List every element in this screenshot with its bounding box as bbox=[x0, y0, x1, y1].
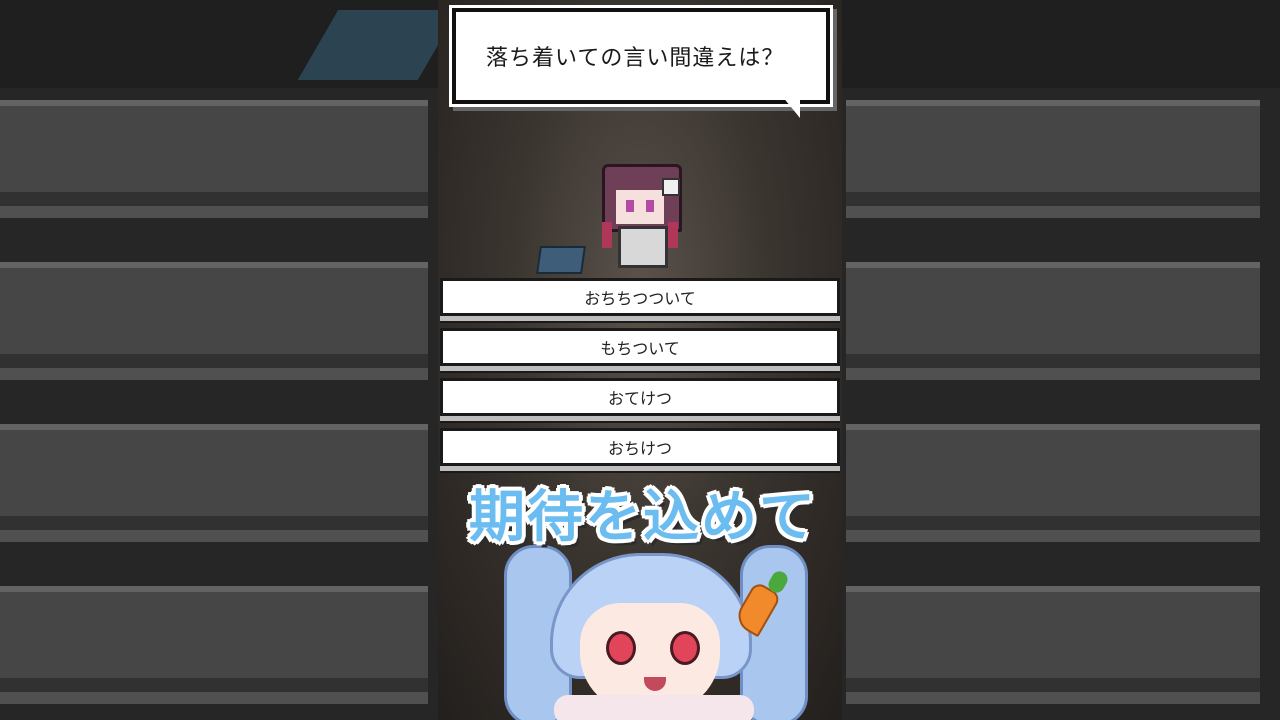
background-bar bbox=[0, 100, 428, 206]
speech-bubble: 落ち着いての言い間違えは？ bbox=[452, 8, 830, 104]
background-bar bbox=[846, 424, 1260, 530]
background-bar bbox=[846, 586, 1260, 692]
avatar-scarf bbox=[554, 695, 754, 720]
sprite-ribbon bbox=[662, 178, 680, 196]
background-bar bbox=[0, 586, 428, 692]
sprite-hair-tail-left bbox=[602, 222, 612, 248]
pixel-girl-sprite bbox=[598, 164, 682, 270]
choice-button-4[interactable]: おちけつ bbox=[440, 428, 840, 466]
background-left bbox=[0, 0, 438, 720]
sprite-face bbox=[616, 190, 664, 224]
background-bar bbox=[846, 262, 1260, 368]
blue-box-prop bbox=[536, 246, 586, 274]
game-screen: 落ち着いての言い間違えは？ おちちつついて もちついて おてけつ おちけつ 期待… bbox=[438, 0, 842, 720]
background-bar bbox=[846, 100, 1260, 206]
speech-bubble-tail bbox=[782, 96, 800, 118]
background-top bbox=[840, 0, 1280, 88]
background-bar bbox=[0, 424, 428, 530]
choice-button-2[interactable]: もちついて bbox=[440, 328, 840, 366]
sprite-eye-right bbox=[646, 200, 654, 212]
vtuber-avatar bbox=[484, 545, 814, 720]
question-text: 落ち着いての言い間違えは？ bbox=[486, 46, 785, 71]
sprite-hair-tail-right bbox=[668, 222, 678, 248]
background-bar bbox=[0, 262, 428, 368]
choice-button-3[interactable]: おてけつ bbox=[440, 378, 840, 416]
caption-text: 期待を込めて bbox=[469, 485, 817, 550]
choice-button-1[interactable]: おちちつついて bbox=[440, 278, 840, 316]
avatar-eye-left bbox=[606, 631, 636, 665]
sprite-eye-left bbox=[626, 200, 634, 212]
avatar-eye-right bbox=[670, 631, 700, 665]
sprite-body bbox=[618, 226, 668, 268]
background-right bbox=[840, 0, 1280, 720]
